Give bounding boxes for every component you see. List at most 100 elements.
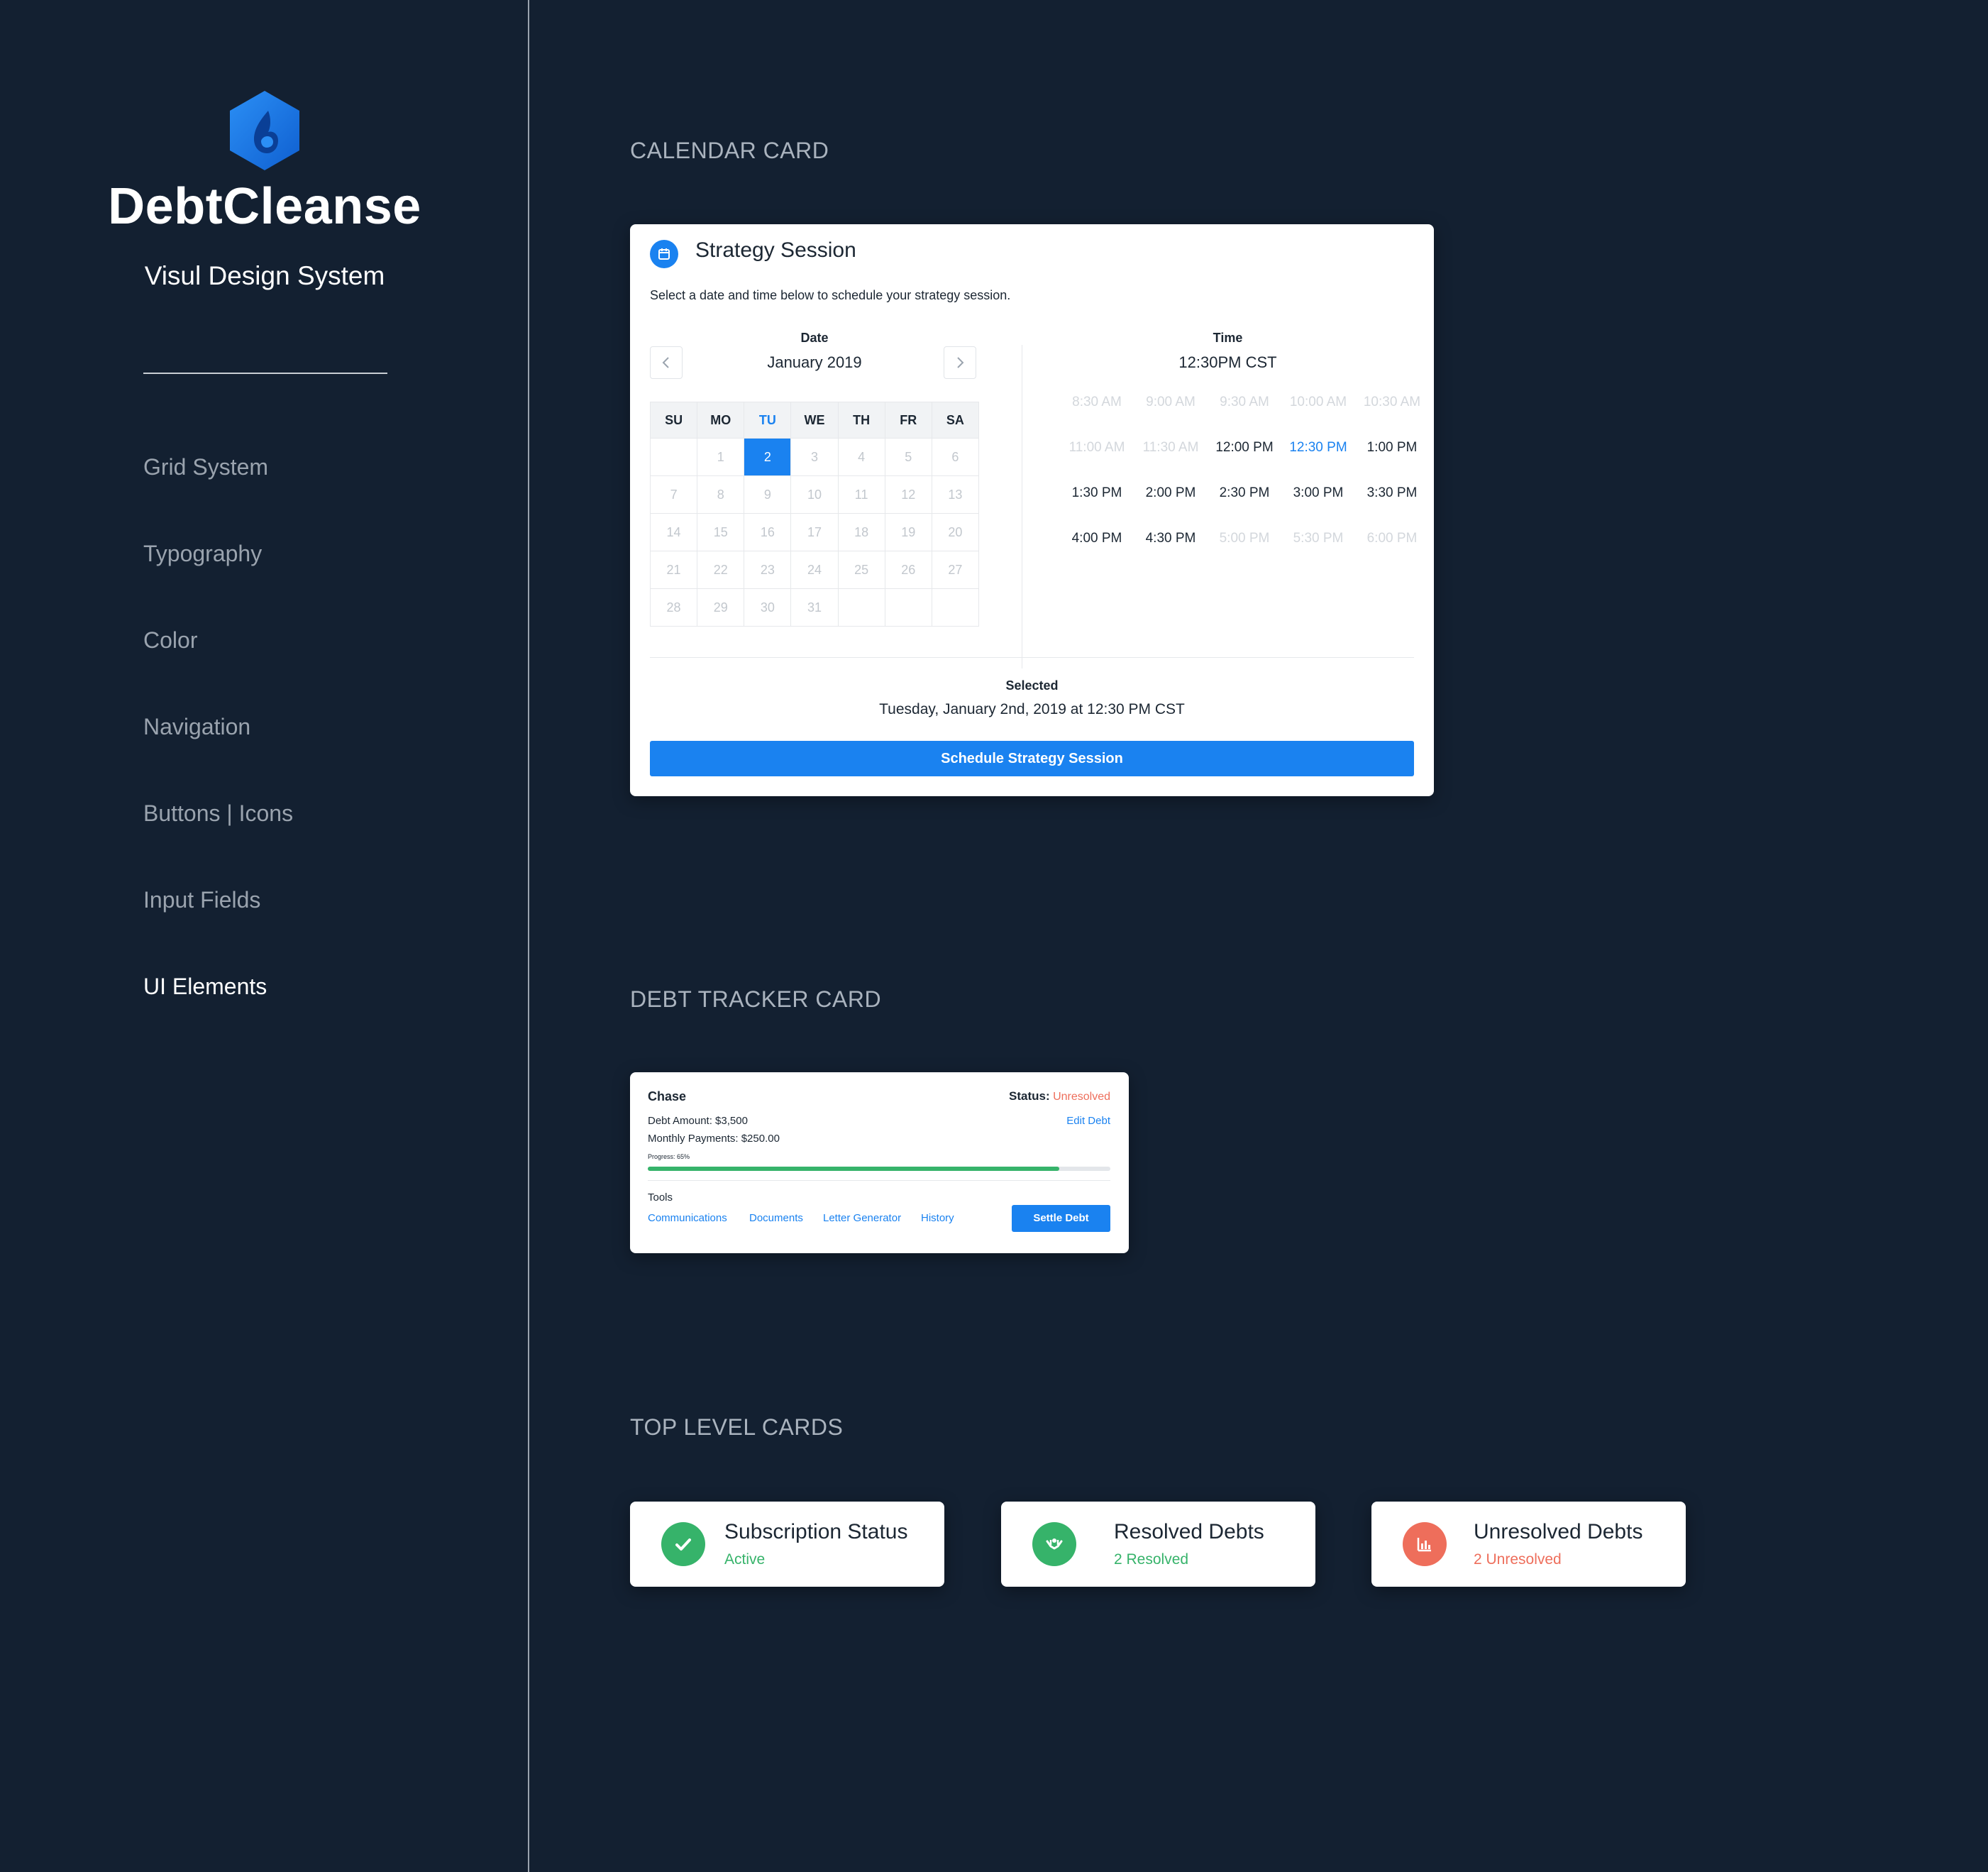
calendar-empty-cell bbox=[837, 588, 885, 627]
time-slot[interactable]: 3:30 PM bbox=[1355, 485, 1429, 501]
calendar-day-2[interactable]: 2 bbox=[744, 438, 792, 476]
edit-debt-link[interactable]: Edit Debt bbox=[1066, 1115, 1110, 1127]
time-label: Time bbox=[1213, 331, 1243, 345]
calendar-day-4[interactable]: 4 bbox=[837, 438, 885, 476]
card-subtitle: 2 Resolved bbox=[1114, 1551, 1189, 1568]
section-title-debt-tracker: DEBT TRACKER CARD bbox=[630, 986, 882, 1012]
next-month-button[interactable] bbox=[944, 346, 976, 379]
calendar-day-3[interactable]: 3 bbox=[790, 438, 839, 476]
chevron-left-icon bbox=[662, 357, 669, 368]
calendar-day-28[interactable]: 28 bbox=[649, 588, 698, 627]
time-slot[interactable]: 1:00 PM bbox=[1355, 440, 1429, 456]
settle-debt-button[interactable]: Settle Debt bbox=[1012, 1205, 1110, 1232]
selected-label: Selected bbox=[1005, 678, 1059, 693]
calendar-day-29[interactable]: 29 bbox=[697, 588, 745, 627]
calendar-day-7[interactable]: 7 bbox=[649, 475, 698, 514]
progress-label: Progress: 65% bbox=[648, 1153, 690, 1160]
time-slot[interactable]: 4:00 PM bbox=[1060, 531, 1134, 546]
calendar-week-row: 7 8 9 10 11 12 13 bbox=[649, 475, 980, 514]
nav-item-typography[interactable]: Typography bbox=[143, 541, 262, 567]
resolved-debts-card[interactable]: Resolved Debts 2 Resolved bbox=[1001, 1502, 1315, 1587]
tool-link-documents[interactable]: Documents bbox=[749, 1212, 803, 1224]
calendar-day-19[interactable]: 19 bbox=[884, 513, 932, 551]
progress-bar-fill bbox=[648, 1167, 1060, 1171]
time-slot: 5:00 PM bbox=[1219, 531, 1270, 546]
calendar-day-31[interactable]: 31 bbox=[790, 588, 839, 627]
debt-tracker-card: Chase Status: Unresolved Debt Amount: $3… bbox=[630, 1072, 1129, 1253]
debt-creditor: Chase bbox=[648, 1089, 687, 1103]
tool-link-letter-generator[interactable]: Letter Generator bbox=[823, 1212, 901, 1224]
schedule-strategy-session-button[interactable]: Schedule Strategy Session bbox=[650, 741, 1414, 776]
section-title-calendar: CALENDAR CARD bbox=[630, 138, 829, 163]
calendar-day-18[interactable]: 18 bbox=[837, 513, 885, 551]
selected-time-display: 12:30PM CST bbox=[1178, 353, 1277, 371]
time-slot: 11:30 AM bbox=[1142, 440, 1199, 455]
calendar-title: Strategy Session bbox=[695, 238, 856, 262]
calendar-day-26[interactable]: 26 bbox=[884, 551, 932, 589]
calendar-day-11[interactable]: 11 bbox=[837, 475, 885, 514]
nav-item-grid-system[interactable]: Grid System bbox=[143, 454, 268, 480]
calendar-day-1[interactable]: 1 bbox=[697, 438, 745, 476]
calendar-day-9[interactable]: 9 bbox=[744, 475, 792, 514]
time-slot[interactable]: 12:00 PM bbox=[1208, 440, 1281, 456]
weekday-fr: FR bbox=[884, 402, 932, 439]
time-slot: 11:00 AM bbox=[1068, 440, 1125, 455]
prev-month-button[interactable] bbox=[650, 346, 683, 379]
nav-item-ui-elements[interactable]: UI Elements bbox=[143, 974, 267, 1000]
calendar-day-20[interactable]: 20 bbox=[931, 513, 980, 551]
calendar-week-row: 14 15 16 17 18 19 20 bbox=[649, 513, 980, 551]
time-slot: 6:00 PM bbox=[1366, 531, 1418, 546]
nav-item-buttons-icons[interactable]: Buttons | Icons bbox=[143, 800, 293, 827]
calendar-empty-cell bbox=[649, 438, 698, 476]
calendar-day-17[interactable]: 17 bbox=[790, 513, 839, 551]
calendar-day-25[interactable]: 25 bbox=[837, 551, 885, 589]
weekday-header-row: SU MO TU WE TH FR SA bbox=[649, 402, 980, 439]
brand-subtitle: Visul Design System bbox=[144, 261, 385, 290]
calendar-day-22[interactable]: 22 bbox=[697, 551, 745, 589]
nav-item-input-fields[interactable]: Input Fields bbox=[143, 887, 260, 913]
time-slot[interactable]: 1:30 PM bbox=[1060, 485, 1134, 501]
nav-item-color[interactable]: Color bbox=[143, 627, 197, 654]
time-slot[interactable]: 3:00 PM bbox=[1281, 485, 1355, 501]
calendar-empty-cell bbox=[884, 588, 932, 627]
time-slot[interactable]: 4:30 PM bbox=[1134, 531, 1208, 546]
calendar-day-30[interactable]: 30 bbox=[744, 588, 792, 627]
weekday-we: WE bbox=[790, 402, 839, 439]
calendar-day-12[interactable]: 12 bbox=[884, 475, 932, 514]
time-slot[interactable]: 2:30 PM bbox=[1208, 485, 1281, 501]
calendar-day-15[interactable]: 15 bbox=[697, 513, 745, 551]
calendar-day-21[interactable]: 21 bbox=[649, 551, 698, 589]
calendar-icon bbox=[650, 240, 678, 268]
calendar-day-23[interactable]: 23 bbox=[744, 551, 792, 589]
debt-card-divider bbox=[648, 1180, 1110, 1181]
status-value: Unresolved bbox=[1053, 1091, 1110, 1103]
calendar-week-row: 28 29 30 31 bbox=[649, 588, 980, 627]
weekday-tu: TU bbox=[744, 402, 792, 439]
subscription-status-card[interactable]: Subscription Status Active bbox=[630, 1502, 944, 1587]
card-title: Resolved Debts bbox=[1114, 1520, 1264, 1543]
time-slot: 9:30 AM bbox=[1220, 395, 1269, 409]
brand-name: DebtCleanse bbox=[108, 178, 421, 235]
calendar-day-13[interactable]: 13 bbox=[931, 475, 980, 514]
selected-datetime: Tuesday, January 2nd, 2019 at 12:30 PM C… bbox=[879, 701, 1185, 717]
tool-link-communications[interactable]: Communications bbox=[648, 1212, 727, 1224]
calendar-day-16[interactable]: 16 bbox=[744, 513, 792, 551]
calendar-day-24[interactable]: 24 bbox=[790, 551, 839, 589]
tool-link-history[interactable]: History bbox=[921, 1212, 954, 1224]
calendar-day-6[interactable]: 6 bbox=[931, 438, 980, 476]
calendar-day-5[interactable]: 5 bbox=[884, 438, 932, 476]
time-slot[interactable]: 2:00 PM bbox=[1134, 485, 1208, 501]
calendar-day-14[interactable]: 14 bbox=[649, 513, 698, 551]
weekday-th: TH bbox=[837, 402, 885, 439]
calendar-day-8[interactable]: 8 bbox=[697, 475, 745, 514]
progress-bar bbox=[648, 1167, 1110, 1171]
unresolved-debts-card[interactable]: Unresolved Debts 2 Unresolved bbox=[1371, 1502, 1686, 1587]
sidebar: DebtCleanse Visul Design System Grid Sys… bbox=[0, 0, 529, 1872]
calendar-day-10[interactable]: 10 bbox=[790, 475, 839, 514]
nav-item-navigation[interactable]: Navigation bbox=[143, 714, 250, 740]
card-title: Unresolved Debts bbox=[1474, 1520, 1643, 1543]
calendar-day-27[interactable]: 27 bbox=[931, 551, 980, 589]
check-icon bbox=[661, 1522, 705, 1566]
calendar-week-row: 21 22 23 24 25 26 27 bbox=[649, 551, 980, 589]
time-slot[interactable]: 12:30 PM bbox=[1281, 440, 1355, 456]
